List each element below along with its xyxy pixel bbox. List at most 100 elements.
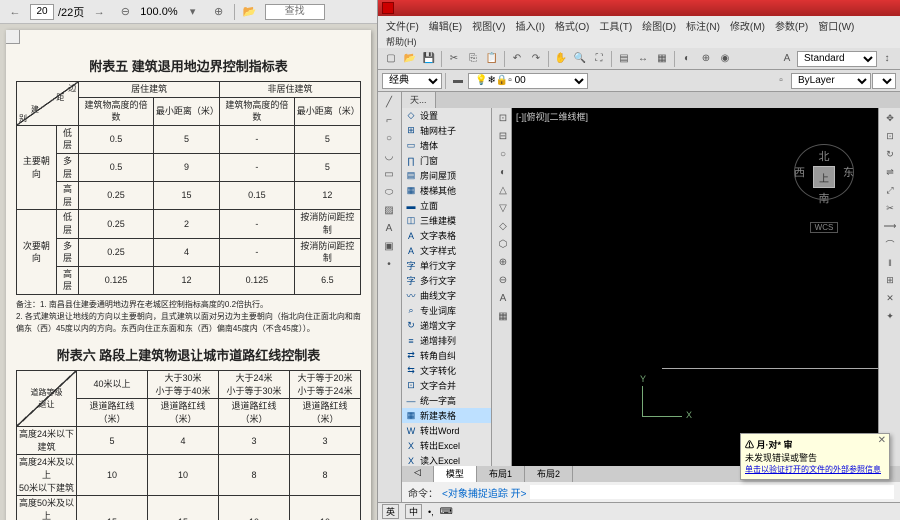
palette-item-3[interactable]: ∏门窗 <box>402 153 491 168</box>
lw-combo[interactable]: — <box>872 73 896 89</box>
prev-page-icon[interactable]: ← <box>4 2 26 22</box>
classic-combo[interactable]: 经典 <box>382 73 442 89</box>
fillet-icon[interactable]: ⌒ <box>881 236 899 253</box>
paste-icon[interactable]: 📋 <box>483 50 501 68</box>
ime-punct[interactable]: •, <box>428 507 434 517</box>
undo-icon[interactable]: ↶ <box>508 50 526 68</box>
viewport-label[interactable]: [-][俯视][二维线框] <box>516 110 588 123</box>
menu-item-3[interactable]: 插入(I) <box>511 18 548 33</box>
view-cube[interactable]: 北 西上东 南 WCS <box>794 148 854 233</box>
copy2-icon[interactable]: ⊡ <box>881 128 899 145</box>
page-input[interactable] <box>30 4 54 20</box>
drawing-canvas[interactable]: [-][俯视][二维线框] 北 西上东 南 WCS X Y <box>512 108 878 466</box>
menu-help[interactable]: 帮助(H) <box>382 35 421 48</box>
tooltip-link[interactable]: 单击以验证打开的文件的外部参照信息 <box>745 464 885 475</box>
palette-item-8[interactable]: A文字表格 <box>402 228 491 243</box>
redo-icon[interactable]: ↷ <box>527 50 545 68</box>
dimstyle-icon[interactable]: ↕ <box>878 50 896 68</box>
dim-icon[interactable]: ↔ <box>634 50 652 68</box>
palette-item-22[interactable]: X转出Excel <box>402 438 491 453</box>
menu-item-4[interactable]: 格式(O) <box>551 18 593 33</box>
zoom-icon[interactable]: 🔍 <box>571 50 589 68</box>
menu-item-7[interactable]: 标注(N) <box>682 18 724 33</box>
zoom-dropdown-icon[interactable]: ▾ <box>182 2 204 22</box>
block-icon[interactable]: ▣ <box>380 238 398 255</box>
pline-icon[interactable]: ⌐ <box>380 112 398 129</box>
ime-mode[interactable]: 中 <box>405 504 422 519</box>
zoom-ext-icon[interactable]: ⛶ <box>590 50 608 68</box>
move-icon[interactable]: ✥ <box>881 110 899 127</box>
copy-icon[interactable]: ⎘ <box>464 50 482 68</box>
table-icon[interactable]: ▦ <box>653 50 671 68</box>
tab-layout1[interactable]: 布局1 <box>477 466 525 482</box>
array-icon[interactable]: ⊞ <box>881 272 899 289</box>
command-input[interactable] <box>530 485 894 499</box>
explode-icon[interactable]: ✦ <box>881 308 899 325</box>
tab-layout2[interactable]: 布局2 <box>525 466 573 482</box>
palette-item-17[interactable]: ⇆文字转化 <box>402 363 491 378</box>
color-icon[interactable]: ▫ <box>772 72 790 90</box>
d8-icon[interactable]: ⬡ <box>494 236 512 253</box>
d6-icon[interactable]: ▽ <box>494 200 512 217</box>
d9-icon[interactable]: ⊕ <box>494 254 512 271</box>
textstyle-icon[interactable]: A <box>778 50 796 68</box>
mirror-icon[interactable]: ⇌ <box>881 164 899 181</box>
layer-sel-combo[interactable]: 💡❄🔒▫ 00 <box>468 73 588 89</box>
d2-icon[interactable]: ⊟ <box>494 128 512 145</box>
palette-item-18[interactable]: ⊡文字合并 <box>402 378 491 393</box>
palette-item-13[interactable]: ⌕专业词库 <box>402 303 491 318</box>
d4-icon[interactable]: ◐ <box>494 164 512 181</box>
save-icon[interactable]: 💾 <box>420 50 438 68</box>
d7-icon[interactable]: ◇ <box>494 218 512 235</box>
pdf-document-area[interactable]: 附表五 建筑退用地边界控制指标表 边 距 建 别 居住建筑 非居住建筑 建筑物高… <box>0 24 377 520</box>
palette-item-10[interactable]: 字单行文字 <box>402 258 491 273</box>
palette-item-21[interactable]: W转出Word <box>402 423 491 438</box>
palette-item-5[interactable]: ▦楼梯其他 <box>402 183 491 198</box>
q1-icon[interactable]: ◐ <box>678 50 696 68</box>
d5-icon[interactable]: △ <box>494 182 512 199</box>
rect-icon[interactable]: ▭ <box>380 166 398 183</box>
palette-item-9[interactable]: A文字样式 <box>402 243 491 258</box>
offset-icon[interactable]: ‖ <box>881 254 899 271</box>
ellipse-icon[interactable]: ⬭ <box>380 184 398 201</box>
palette-tab[interactable]: 天... <box>402 92 436 108</box>
circle-icon[interactable]: ○ <box>380 130 398 147</box>
palette-item-20[interactable]: ▦新建表格 <box>402 408 491 423</box>
pdf-search-input[interactable] <box>265 4 325 20</box>
zoom-out-icon[interactable]: ⊖ <box>114 2 136 22</box>
d3-icon[interactable]: ○ <box>494 146 512 163</box>
d10-icon[interactable]: ⊖ <box>494 272 512 289</box>
hatch-icon[interactable]: ▨ <box>380 202 398 219</box>
menu-item-1[interactable]: 编辑(E) <box>425 18 466 33</box>
trim-icon[interactable]: ✂ <box>881 200 899 217</box>
ime-kb-icon[interactable]: ⌨ <box>440 506 453 517</box>
text-icon[interactable]: A <box>380 220 398 237</box>
line-icon[interactable]: ╱ <box>380 94 398 111</box>
bylayer-combo[interactable]: ByLayer <box>791 73 871 89</box>
palette-item-16[interactable]: ⇄转角自纠 <box>402 348 491 363</box>
palette-item-11[interactable]: 字多行文字 <box>402 273 491 288</box>
palette-item-4[interactable]: ▤房间屋顶 <box>402 168 491 183</box>
scale-icon[interactable]: ⤢ <box>881 182 899 199</box>
open-icon[interactable]: 📂 <box>239 2 261 22</box>
palette-item-6[interactable]: ▬立面 <box>402 198 491 213</box>
menu-item-0[interactable]: 文件(F) <box>382 18 423 33</box>
tooltip-close-icon[interactable]: ✕ <box>878 435 886 446</box>
menu-item-8[interactable]: 修改(M) <box>726 18 769 33</box>
menu-item-6[interactable]: 绘图(D) <box>638 18 680 33</box>
palette-item-1[interactable]: ⊞轴网柱子 <box>402 123 491 138</box>
style-combo[interactable]: Standard <box>797 51 877 67</box>
tab-model[interactable]: 模型 <box>434 466 477 482</box>
next-page-icon[interactable]: → <box>88 2 110 22</box>
palette-item-19[interactable]: —统一字高 <box>402 393 491 408</box>
palette-item-14[interactable]: ↻递增文字 <box>402 318 491 333</box>
open-icon[interactable]: 📂 <box>401 50 419 68</box>
q2-icon[interactable]: ⊕ <box>697 50 715 68</box>
d12-icon[interactable]: ▦ <box>494 308 512 325</box>
extend-icon[interactable]: ⟶ <box>881 218 899 235</box>
cut-icon[interactable]: ✂ <box>445 50 463 68</box>
props-icon[interactable]: ▤ <box>615 50 633 68</box>
menu-item-10[interactable]: 窗口(W) <box>814 18 858 33</box>
palette-item-7[interactable]: ◫三维建模 <box>402 213 491 228</box>
point-icon[interactable]: • <box>380 256 398 273</box>
